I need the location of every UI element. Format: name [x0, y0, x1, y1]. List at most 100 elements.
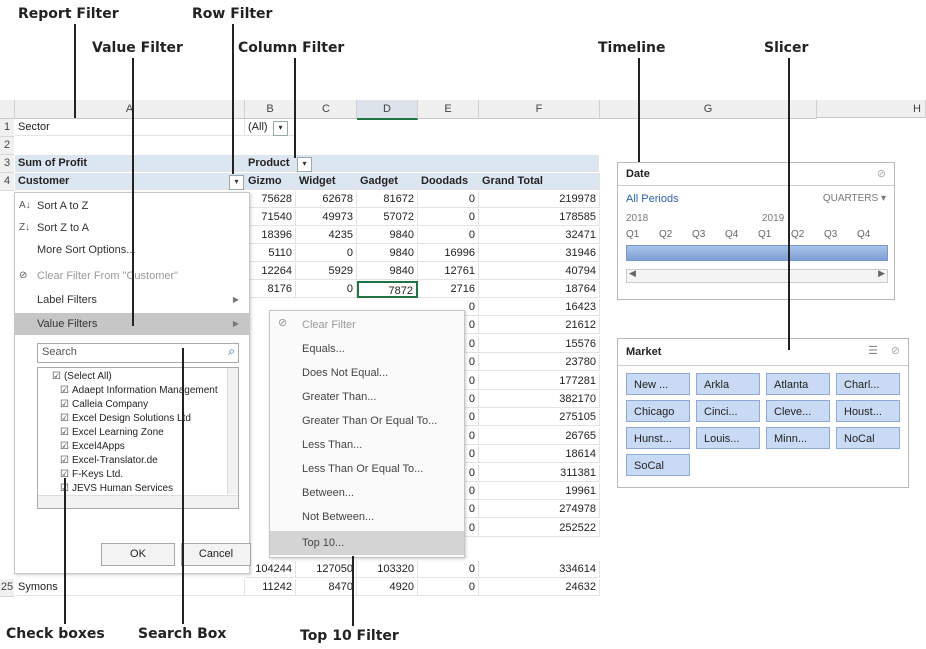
- scroll-right-icon[interactable]: ▶: [878, 268, 885, 279]
- pivot-value-cell[interactable]: 57072: [357, 209, 418, 226]
- search-input[interactable]: Search: [42, 346, 77, 358]
- pivot-value-cell[interactable]: 0: [418, 561, 479, 578]
- pivot-value-cell[interactable]: 18764: [479, 281, 600, 298]
- pivot-total-cell[interactable]: 252522: [479, 519, 600, 537]
- pivot-value-cell[interactable]: 0: [296, 281, 357, 298]
- pivot-value-cell[interactable]: 7872: [357, 281, 418, 298]
- checkbox-item[interactable]: ☑ Excel-Translator.de: [60, 454, 158, 467]
- column-header-g[interactable]: G: [600, 100, 817, 119]
- checkbox-item[interactable]: ☑ Excel Learning Zone: [60, 426, 164, 439]
- checkbox-item[interactable]: ☑ Excel Design Solutions Ltd: [60, 412, 191, 425]
- slicer-item-button[interactable]: Cleve...: [766, 400, 830, 422]
- slicer-item-button[interactable]: Louis...: [696, 427, 760, 449]
- checkbox-checked-icon[interactable]: ☑: [52, 371, 61, 382]
- checkbox-item[interactable]: ☑ F-Keys Ltd.: [60, 468, 123, 481]
- pivot-value-cell[interactable]: 0: [418, 579, 479, 596]
- pivot-value-cell[interactable]: 334614: [479, 561, 600, 578]
- row-header-1[interactable]: 1: [0, 119, 14, 137]
- cancel-button[interactable]: Cancel: [181, 543, 251, 566]
- value-filter-option[interactable]: Does Not Equal...: [270, 361, 464, 385]
- pivot-value-cell[interactable]: 0: [296, 245, 357, 262]
- column-header-c[interactable]: C: [296, 100, 357, 119]
- pivot-total-cell[interactable]: 26765: [479, 427, 600, 445]
- pivot-total-cell[interactable]: 18614: [479, 446, 600, 464]
- slicer-item-button[interactable]: Hunst...: [626, 427, 690, 449]
- pivot-total-cell[interactable]: 15576: [479, 335, 600, 353]
- pivot-value-cell[interactable]: 0: [418, 191, 479, 208]
- column-header-h[interactable]: H: [817, 100, 926, 118]
- report-filter-dropdown[interactable]: ▾: [273, 121, 288, 136]
- pivot-value-cell[interactable]: 178585: [479, 209, 600, 226]
- pivot-value-cell[interactable]: 0: [418, 227, 479, 244]
- pivot-total-cell[interactable]: 382170: [479, 391, 600, 408]
- checkbox-item[interactable]: ☑ (Select All): [52, 370, 112, 383]
- pivot-total-cell[interactable]: 16423: [479, 299, 600, 316]
- clear-filter-icon[interactable]: ⊘: [877, 167, 886, 180]
- pivot-value-cell[interactable]: 103320: [357, 561, 418, 578]
- slicer-item-button[interactable]: SoCal: [626, 454, 690, 476]
- value-filter-option[interactable]: Not Between...: [270, 505, 464, 529]
- value-filter-option[interactable]: Greater Than...: [270, 385, 464, 409]
- row-filter-dropdown[interactable]: ▾: [229, 175, 244, 190]
- checkbox-item[interactable]: ☑ Calleia Company: [60, 398, 148, 411]
- value-filter-option[interactable]: Top 10...: [270, 531, 464, 555]
- pivot-total-cell[interactable]: 274978: [479, 501, 600, 519]
- pivot-value-cell[interactable]: 40794: [479, 263, 600, 280]
- pivot-value-cell[interactable]: 9840: [357, 263, 418, 280]
- clear-filter-icon[interactable]: ⊘: [891, 344, 900, 357]
- pivot-value-cell[interactable]: 16996: [418, 245, 479, 262]
- pivot-value-cell[interactable]: 4235: [296, 227, 357, 244]
- row-header-25[interactable]: 25: [0, 579, 14, 597]
- pivot-value-cell[interactable]: 18396: [245, 227, 296, 244]
- pivot-value-cell[interactable]: 104244: [245, 561, 296, 578]
- pivot-total-cell[interactable]: 21612: [479, 317, 600, 335]
- column-header-d[interactable]: D: [357, 100, 418, 120]
- checkbox-checked-icon[interactable]: ☑: [60, 399, 69, 410]
- checkbox-checked-icon[interactable]: ☑: [60, 385, 69, 396]
- pivot-value-cell[interactable]: 5110: [245, 245, 296, 262]
- slicer-item-button[interactable]: Arkla: [696, 373, 760, 395]
- report-filter-value[interactable]: (All): [245, 119, 296, 136]
- checkbox-checked-icon[interactable]: ☑: [60, 455, 69, 466]
- slicer-item-button[interactable]: Atlanta: [766, 373, 830, 395]
- checkbox-checked-icon[interactable]: ☑: [60, 413, 69, 424]
- pivot-total-cell[interactable]: 19961: [479, 483, 600, 500]
- pivot-value-cell[interactable]: 219978: [479, 191, 600, 208]
- pivot-value-cell[interactable]: 12761: [418, 263, 479, 280]
- column-filter-dropdown[interactable]: ▾: [297, 157, 312, 172]
- pivot-value-cell[interactable]: 32471: [479, 227, 600, 244]
- search-box[interactable]: Search ⌕: [37, 343, 239, 363]
- row-header-4[interactable]: 4: [0, 173, 14, 191]
- pivot-value-cell[interactable]: 2716: [418, 281, 479, 298]
- cell-a25[interactable]: Symons: [15, 579, 245, 596]
- list-scrollbar[interactable]: [227, 368, 238, 494]
- pivot-value-cell[interactable]: 31946: [479, 245, 600, 262]
- timeline-level-dropdown[interactable]: QUARTERS ▾: [823, 193, 886, 204]
- value-filter-option[interactable]: Less Than Or Equal To...: [270, 457, 464, 481]
- pivot-total-cell[interactable]: 23780: [479, 354, 600, 372]
- column-header-a[interactable]: A: [15, 100, 245, 119]
- row-header-3[interactable]: 3: [0, 155, 14, 173]
- cell-a1[interactable]: Sector: [15, 119, 245, 136]
- slicer-item-button[interactable]: NoCal: [836, 427, 900, 449]
- pivot-value-cell[interactable]: 75628: [245, 191, 296, 208]
- slicer-item-button[interactable]: Chicago: [626, 400, 690, 422]
- timeline-selection-bar[interactable]: [626, 245, 888, 261]
- checkbox-checked-icon[interactable]: ☑: [60, 427, 69, 438]
- timeline-scrollbar[interactable]: ◀ ▶: [626, 268, 888, 283]
- column-header-b[interactable]: B: [245, 100, 296, 119]
- pivot-value-cell[interactable]: 127050: [296, 561, 357, 578]
- value-filter-option[interactable]: Less Than...: [270, 433, 464, 457]
- value-filter-option[interactable]: Greater Than Or Equal To...: [270, 409, 464, 433]
- pivot-value-cell[interactable]: 0: [418, 209, 479, 226]
- column-header-e[interactable]: E: [418, 100, 479, 119]
- checkbox-item[interactable]: ☑ Excel4Apps: [60, 440, 125, 453]
- pivot-value-cell[interactable]: 9840: [357, 227, 418, 244]
- multi-select-icon[interactable]: ☰: [868, 344, 878, 357]
- pivot-total-cell[interactable]: 177281: [479, 372, 600, 390]
- pivot-value-cell[interactable]: 71540: [245, 209, 296, 226]
- checkbox-item[interactable]: ☑ Adaept Information Management: [60, 384, 218, 397]
- scroll-left-icon[interactable]: ◀: [629, 268, 636, 279]
- pivot-value-cell[interactable]: 9840: [357, 245, 418, 262]
- pivot-value-cell[interactable]: 11242: [245, 579, 296, 596]
